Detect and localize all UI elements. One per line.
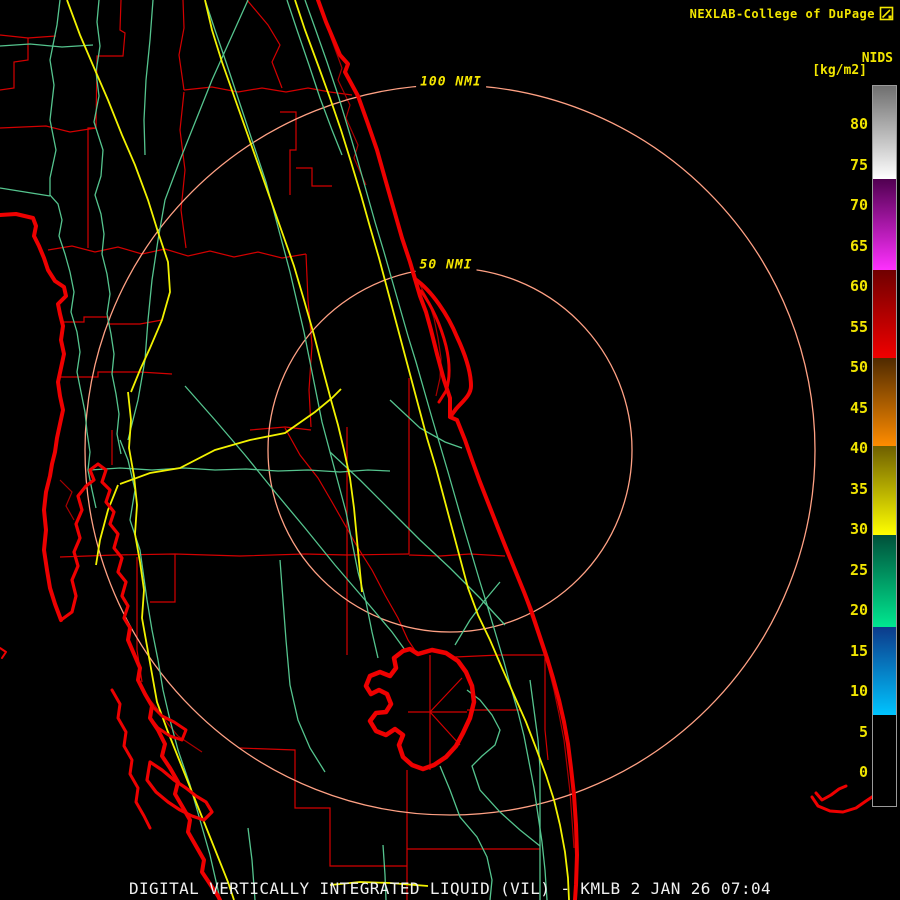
color-scale-segment: [873, 446, 896, 535]
color-scale-bar: [872, 85, 897, 807]
color-scale-segment: [873, 270, 896, 358]
color-scale-tick-label: 50: [849, 358, 868, 376]
color-scale-segment: [873, 358, 896, 446]
radar-map: [0, 0, 874, 900]
coastline: [0, 0, 874, 900]
product-title: DIGITAL VERTICALLY INTEGRATED LIQUID (VI…: [128, 879, 772, 898]
color-scale-segment: [873, 535, 896, 627]
color-scale-tick-label: 30: [849, 520, 868, 538]
color-scale-tick-label: 35: [849, 479, 868, 498]
color-scale-tick-label: 25: [849, 560, 868, 579]
roads-secondary: [0, 0, 548, 900]
color-scale-tick-label: 65: [849, 236, 868, 255]
color-scale-tick-label: 10: [849, 682, 868, 700]
range-ring-label-50nmi: 50 NMI: [415, 257, 477, 273]
range-rings: [84, 84, 816, 816]
roads-primary: [66, 0, 570, 900]
color-scale-tick-label: 80: [849, 115, 868, 133]
color-scale-tick-label: 40: [849, 439, 868, 457]
lake-okeechobee-outline: [363, 646, 477, 772]
color-scale-segment: [873, 715, 896, 806]
color-scale-tick-label: 75: [849, 155, 868, 174]
color-scale-tick-label: 55: [849, 317, 868, 336]
brand-header: NEXLAB-College of DuPage: [690, 6, 894, 21]
color-scale-tick-label: 5: [858, 722, 868, 741]
box-arrow-logo-icon: [879, 6, 894, 21]
range-ring-100nmi: [84, 84, 816, 816]
color-scale-segment: [873, 86, 896, 179]
range-ring-label-100nmi: 100 NMI: [416, 74, 486, 90]
color-scale-tick-label: 0: [858, 763, 868, 781]
units-label: [kg/m2]: [812, 63, 867, 78]
grand-bahama-outline: [814, 784, 848, 802]
radar-viewer: NEXLAB-College of DuPage NIDS [kg/m2] 80…: [0, 0, 900, 900]
water-detail-lines: [59, 9, 575, 849]
color-scale-tick-label: 70: [849, 196, 868, 214]
color-scale-tick-label: 20: [849, 601, 868, 619]
color-scale-tick-label: 45: [849, 398, 868, 417]
county-lines: [0, 0, 549, 900]
color-scale-tick-label: 60: [849, 277, 868, 295]
brand-text: NEXLAB-College of DuPage: [689, 6, 875, 21]
color-scale-tick-label: 15: [849, 641, 868, 660]
color-scale-segment: [873, 179, 896, 270]
color-scale-segment: [873, 627, 896, 715]
